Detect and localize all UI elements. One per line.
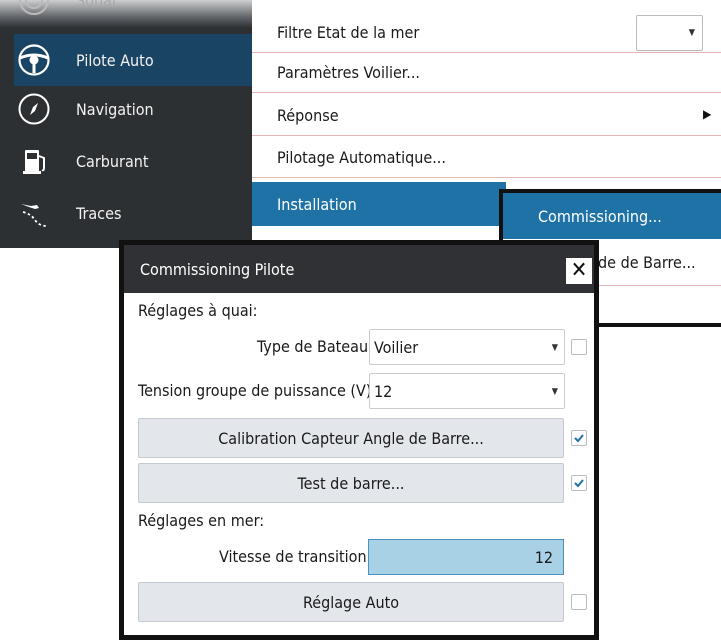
section-label-mer: Réglages en mer: xyxy=(138,511,265,530)
sidebar-item-label: Sonar xyxy=(76,0,118,10)
menu-item-label: Installation xyxy=(277,194,357,214)
chevron-down-icon: ▼ xyxy=(551,387,558,397)
menu-item-parametres-voilier[interactable]: Paramètres Voilier... xyxy=(252,52,721,93)
sidebar-item-traces[interactable]: Traces xyxy=(14,187,252,239)
checkmark-icon xyxy=(574,479,584,488)
sea-state-filter-select[interactable]: ▼ xyxy=(636,15,703,51)
checkmark-icon xyxy=(574,434,584,443)
menu-item-filtre-etat-mer[interactable]: Filtre Etat de la mer ▼ xyxy=(252,12,721,53)
steering-wheel-icon xyxy=(14,40,54,80)
submenu-item-label: de de Barre... xyxy=(598,252,696,272)
sidebar-item-navigation[interactable]: Navigation xyxy=(14,83,252,135)
menu-item-label: Réponse xyxy=(277,105,339,125)
auto-tune-checkbox[interactable] xyxy=(571,594,587,610)
chevron-down-icon: ▼ xyxy=(688,28,695,38)
rudder-test-checkbox[interactable] xyxy=(571,475,587,491)
voltage-select[interactable]: 12 ▼ xyxy=(369,373,565,409)
transition-speed-value: 12 xyxy=(534,547,553,567)
calibration-rudder-angle-button[interactable]: Calibration Capteur Angle de Barre... xyxy=(138,418,564,458)
transition-speed-label: Vitesse de transition xyxy=(219,547,367,566)
sidebar-item-label: Traces xyxy=(76,203,122,223)
section-label-quai: Réglages à quai: xyxy=(138,301,258,320)
menu-item-reponse[interactable]: Réponse ▶ xyxy=(252,95,721,136)
dialog-title: Commissioning Pilote xyxy=(140,259,295,279)
sidebar-item-pilote-auto[interactable]: Pilote Auto xyxy=(14,34,252,86)
fuel-pump-icon xyxy=(14,141,54,181)
transition-speed-input[interactable]: 12 xyxy=(368,539,564,575)
sidebar-item-label: Navigation xyxy=(76,99,154,119)
voltage-value: 12 xyxy=(374,381,393,401)
button-label: Calibration Capteur Angle de Barre... xyxy=(218,428,484,448)
compass-icon xyxy=(14,89,54,129)
menu-item-pilotage-automatique[interactable]: Pilotage Automatique... xyxy=(252,137,721,178)
button-label: Réglage Auto xyxy=(302,592,400,612)
submenu-item-commissioning[interactable]: Commissioning... xyxy=(503,193,721,239)
button-label: Test de barre... xyxy=(297,473,405,493)
sidebar-item-label: Carburant xyxy=(76,151,149,171)
trail-icon xyxy=(14,193,54,233)
close-button[interactable]: ✕ xyxy=(566,258,592,284)
commissioning-dialog: Commissioning Pilote ✕ Réglages à quai: … xyxy=(119,240,599,640)
sidebar-item-carburant[interactable]: Carburant xyxy=(14,135,252,187)
menu-item-label: Pilotage Automatique... xyxy=(277,147,446,167)
close-icon: ✕ xyxy=(570,258,588,283)
boat-type-value: Voilier xyxy=(374,337,419,357)
auto-tune-button[interactable]: Réglage Auto xyxy=(138,582,564,622)
sonar-icon xyxy=(14,0,54,20)
voltage-label: Tension groupe de puissance (V) xyxy=(138,381,372,400)
calibration-checkbox[interactable] xyxy=(571,430,587,446)
dialog-title-bar: Commissioning Pilote ✕ xyxy=(124,245,594,293)
chevron-right-icon: ▶ xyxy=(703,107,712,121)
rudder-test-button[interactable]: Test de barre... xyxy=(138,463,564,503)
submenu-item-label: Commissioning... xyxy=(538,206,662,226)
menu-item-label: Filtre Etat de la mer xyxy=(277,22,420,42)
boat-type-checkbox[interactable] xyxy=(571,339,587,355)
boat-type-select[interactable]: Voilier ▼ xyxy=(369,329,565,365)
menu-item-label: Paramètres Voilier... xyxy=(277,62,420,82)
boat-type-label: Type de Bateau xyxy=(257,337,369,356)
menu-item-installation[interactable]: Installation xyxy=(252,182,506,226)
sidebar-item-sonar[interactable]: Sonar xyxy=(14,0,252,26)
sidebar-item-label: Pilote Auto xyxy=(76,50,154,70)
sidebar: Sonar Pilote Auto Navigation Carburant T… xyxy=(0,0,252,248)
chevron-down-icon: ▼ xyxy=(551,343,558,353)
